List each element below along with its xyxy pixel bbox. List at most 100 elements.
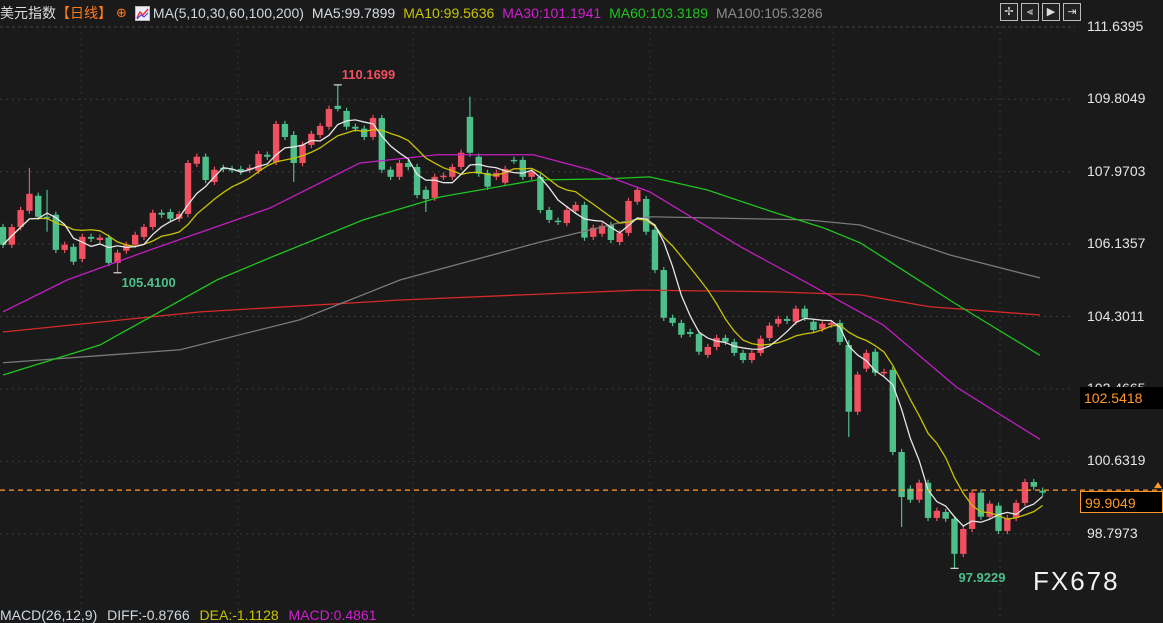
candle-body (960, 528, 967, 554)
ma10-value: MA10:99.5636 (403, 5, 495, 21)
candle-body (554, 220, 562, 223)
candle-body (352, 126, 359, 129)
candle-body (334, 105, 341, 109)
y-tick-label: 106.1357 (1087, 235, 1146, 252)
candle-body (581, 204, 588, 238)
candle-body (387, 169, 394, 177)
candle-body (968, 492, 976, 529)
instrument-title: 美元指数 (0, 5, 56, 21)
chart-toolbar: ✢ ⫷ ▶ ⇥ (1000, 3, 1081, 21)
candle-body (396, 163, 403, 177)
candle-body (546, 210, 553, 220)
candle-body (669, 317, 676, 323)
candle-body (131, 234, 139, 245)
candle-body (933, 510, 941, 518)
candle-body (264, 154, 271, 157)
candle-body (722, 337, 729, 342)
candle-body (105, 237, 112, 263)
crosshair-icon[interactable]: ✢ (1000, 3, 1018, 21)
candle-body (184, 163, 192, 214)
candle-body (916, 482, 923, 500)
ma100-value: MA100:105.3286 (716, 5, 823, 21)
candle-body (1021, 481, 1029, 503)
candle-body (1030, 481, 1037, 487)
macd-value: MACD:0.4861 (288, 607, 377, 623)
candle-body (510, 159, 518, 162)
candle-body (678, 322, 685, 335)
candle-body (660, 270, 667, 318)
candle-body (563, 210, 571, 224)
candle-body (819, 323, 826, 329)
price-axis: 111.6395 109.8049 107.9703 106.1357 104.3011… (1075, 0, 1163, 617)
candle-body (845, 345, 852, 412)
play-forward-icon[interactable]: ▶ (1042, 3, 1060, 21)
candle-body (299, 144, 306, 164)
macd-diff: DIFF:-0.8766 (107, 607, 190, 623)
candle-body (880, 371, 888, 374)
candle-body (713, 337, 720, 347)
period-selector[interactable]: 【日线】 (56, 3, 112, 23)
candle-body (1012, 502, 1020, 518)
candle-body (422, 189, 430, 199)
chart-header: 美元指数 【日线】 ⊕ MA(5,10,30,60,100,200) MA5:9… (0, 0, 1080, 26)
ma-chart-icon[interactable] (134, 5, 150, 21)
candle-body (158, 212, 165, 215)
candle-body (951, 518, 958, 554)
candle-body (87, 236, 95, 239)
candle-body (827, 322, 835, 325)
candle-body (616, 232, 623, 242)
candle-body (343, 110, 350, 127)
ma5-line (2, 119, 1044, 527)
candle-body (651, 229, 659, 271)
candle-body (202, 156, 209, 181)
candle-body (193, 156, 201, 164)
candle-body (149, 212, 156, 227)
candle-body (35, 195, 42, 217)
candle-body (61, 244, 68, 250)
crosshair-price-label: 102.5418 (1080, 387, 1163, 409)
candle-body (642, 198, 650, 232)
y-tick-label: 98.7973 (1087, 524, 1138, 541)
candle-body (792, 308, 800, 322)
candle-body (704, 346, 711, 355)
candle-body (986, 503, 993, 517)
ma5-value: MA5:99.7899 (311, 5, 396, 21)
candle-body (686, 331, 694, 334)
candle-body (466, 116, 474, 153)
candle-body (775, 318, 782, 324)
y-tick-label: 100.6319 (1087, 452, 1146, 469)
jump-end-icon[interactable]: ⇥ (1063, 3, 1081, 21)
candle-body (26, 193, 33, 211)
zoom-left-icon[interactable]: ⫷ (1021, 3, 1039, 21)
candle-body (79, 236, 86, 259)
macd-header: MACD(26,12,9) DIFF:-0.8766 DEA:-1.1128 M… (0, 607, 382, 623)
y-tick-label: 107.9703 (1087, 162, 1146, 179)
candle-body (70, 246, 77, 262)
candle-body (783, 318, 791, 321)
ma-params-label[interactable]: MA(5,10,30,60,100,200) (153, 5, 304, 21)
candle-body (537, 176, 544, 211)
candle-body (272, 123, 280, 162)
y-tick-label: 111.6395 (1087, 17, 1144, 34)
candle-body (572, 204, 579, 211)
candle-body (167, 211, 174, 219)
candle-body (739, 352, 747, 361)
crosshair-target-icon[interactable]: ⊕ (116, 5, 127, 21)
y-tick-label: 109.8049 (1087, 90, 1146, 107)
candle-body (731, 341, 738, 353)
candle-body (801, 308, 808, 318)
candle-body (995, 505, 1002, 531)
high-annotation: 110.1699 (341, 66, 396, 82)
candle-body (854, 374, 861, 412)
candle-body (255, 153, 262, 171)
macd-params: MACD(26,12,9) (0, 607, 98, 623)
candlestick-chart[interactable] (0, 0, 1163, 617)
candle-body (942, 511, 949, 519)
candle-body (748, 352, 756, 361)
candle-body (977, 492, 985, 517)
low-annotation: 97.9229 (958, 570, 1006, 586)
ma30-line (2, 154, 1041, 440)
candle-body (634, 189, 641, 202)
low-left-annotation: 105.4100 (121, 274, 176, 290)
candle-body (378, 118, 386, 170)
